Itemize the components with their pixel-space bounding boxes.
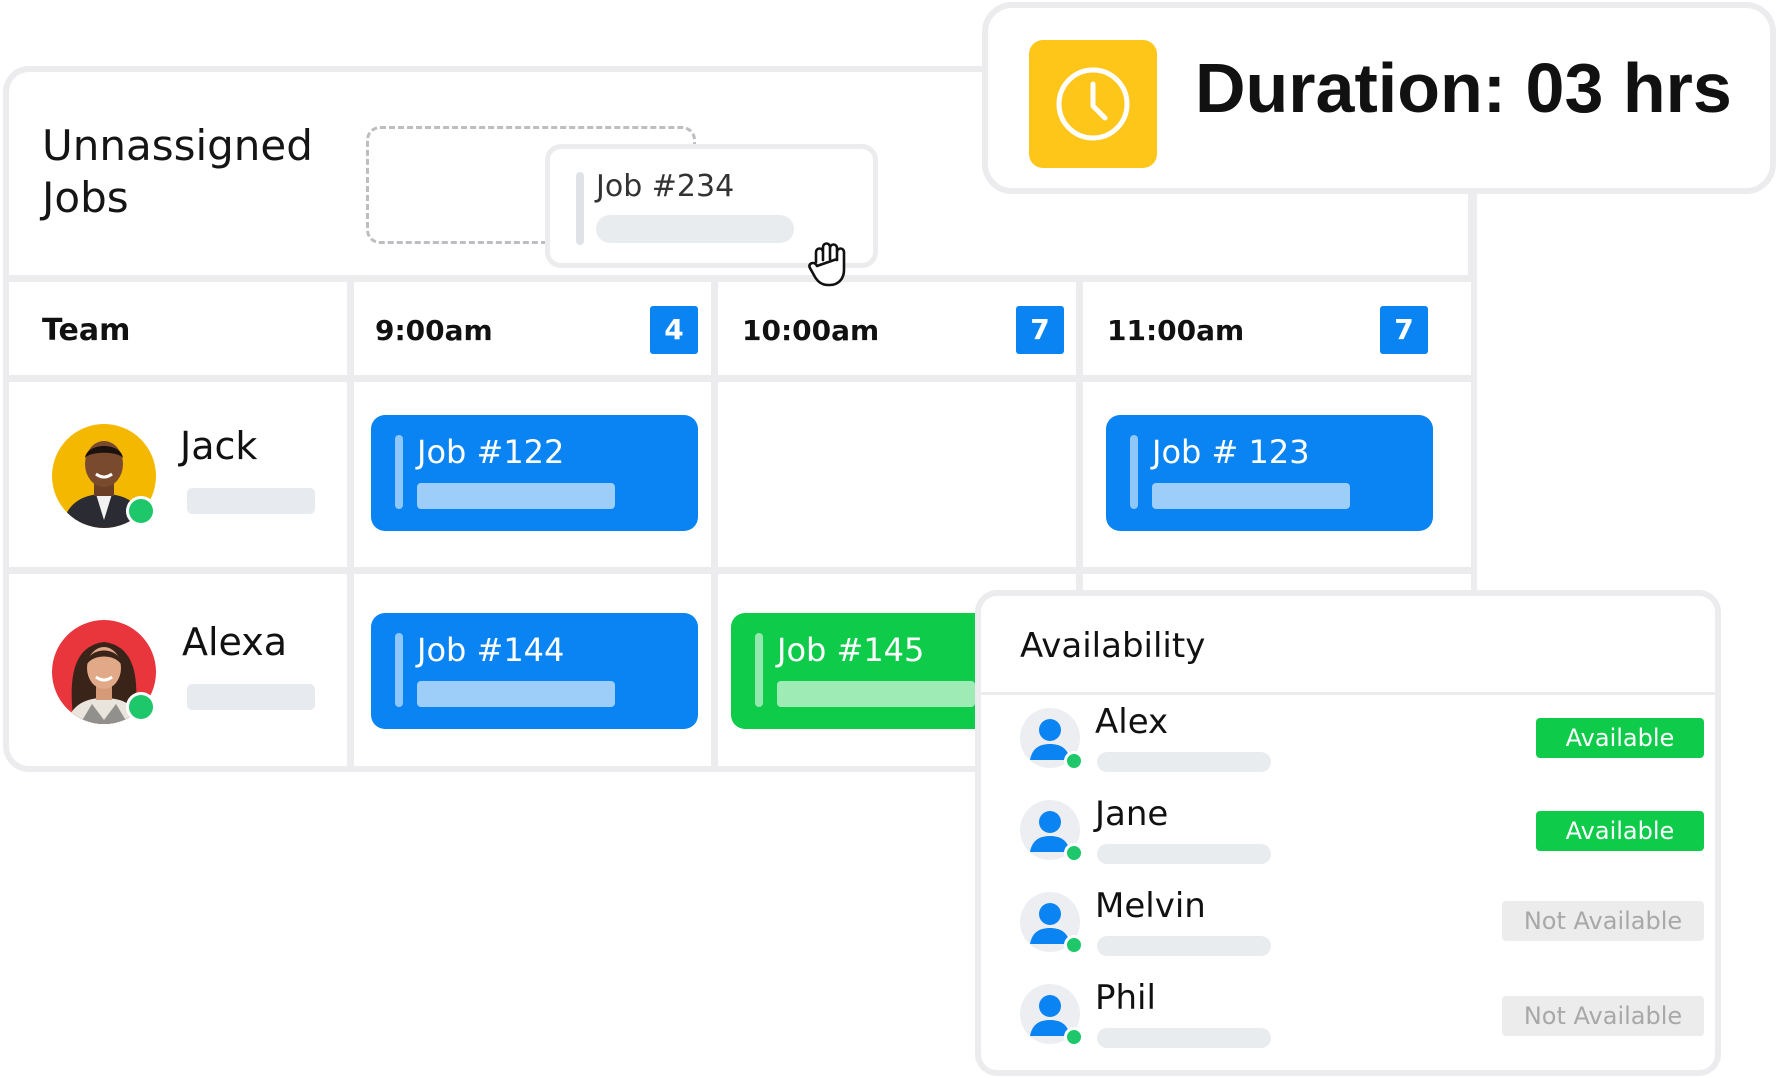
duration-text: Duration: 03 hrs — [1195, 49, 1732, 127]
time-slot-header: 9:00am — [375, 314, 493, 347]
availability-divider — [981, 692, 1715, 695]
job-card-accent — [755, 633, 763, 707]
time-slot-header: 10:00am — [742, 314, 880, 347]
person-name: Melvin — [1095, 886, 1206, 926]
row-divider — [9, 567, 1475, 574]
availability-panel: Availability Alex Available Jane Availab… — [975, 590, 1721, 1076]
job-card[interactable]: Job # 123 — [1106, 415, 1433, 531]
online-status-icon — [126, 496, 156, 526]
unassigned-title-line1: Unnassigned — [42, 121, 313, 170]
job-card-detail-placeholder — [1152, 483, 1350, 509]
time-slot-count-badge: 7 — [1380, 306, 1428, 354]
job-card[interactable]: Job #144 — [371, 613, 698, 729]
job-card-detail-placeholder — [777, 681, 975, 707]
job-card-detail-placeholder — [596, 215, 794, 243]
status-badge: Not Available — [1502, 901, 1704, 941]
status-badge: Not Available — [1502, 996, 1704, 1036]
team-member-name: Jack — [180, 424, 258, 468]
job-card-accent — [395, 435, 403, 509]
person-name: Jane — [1095, 794, 1169, 834]
column-divider — [711, 278, 718, 766]
person-name: Alex — [1095, 702, 1169, 742]
online-status-icon — [1064, 1027, 1084, 1047]
unassigned-jobs-title: Unnassigned Jobs — [42, 120, 313, 224]
person-detail-placeholder — [1097, 1028, 1271, 1048]
header-divider — [9, 275, 1475, 282]
row-divider — [9, 375, 1475, 382]
team-column-header: Team — [42, 313, 131, 348]
job-card-detail-placeholder — [417, 681, 615, 707]
person-name: Phil — [1095, 978, 1156, 1018]
job-card-label: Job # 123 — [1152, 433, 1310, 471]
team-member-name: Alexa — [182, 620, 288, 664]
availability-title: Availability — [1020, 626, 1206, 666]
status-badge: Available — [1536, 718, 1704, 758]
job-card-label: Job #144 — [417, 631, 565, 669]
job-card[interactable]: Job #122 — [371, 415, 698, 531]
online-status-icon — [1064, 843, 1084, 863]
time-slot-count-badge: 7 — [1016, 306, 1064, 354]
person-detail-placeholder — [1097, 936, 1271, 956]
member-detail-placeholder — [187, 684, 315, 710]
time-slot-count-badge: 4 — [650, 306, 698, 354]
job-card-label: Job #234 — [596, 169, 735, 204]
person-detail-placeholder — [1097, 844, 1271, 864]
online-status-icon — [1064, 751, 1084, 771]
unassigned-title-line2: Jobs — [42, 173, 129, 222]
grab-hand-icon — [808, 240, 850, 288]
column-divider — [1468, 190, 1475, 280]
status-badge: Available — [1536, 811, 1704, 851]
job-card-accent — [1130, 435, 1138, 509]
time-slot-header: 11:00am — [1107, 314, 1245, 347]
online-status-icon — [1064, 935, 1084, 955]
job-card-label: Job #122 — [417, 433, 565, 471]
job-card-detail-placeholder — [417, 483, 615, 509]
online-status-icon — [126, 692, 156, 722]
clock-icon — [1029, 40, 1157, 168]
duration-panel: Duration: 03 hrs — [982, 2, 1776, 194]
column-divider — [347, 278, 354, 766]
job-card-label: Job #145 — [777, 631, 925, 669]
job-card-accent — [576, 172, 584, 245]
job-card-accent — [395, 633, 403, 707]
person-detail-placeholder — [1097, 752, 1271, 772]
member-detail-placeholder — [187, 488, 315, 514]
